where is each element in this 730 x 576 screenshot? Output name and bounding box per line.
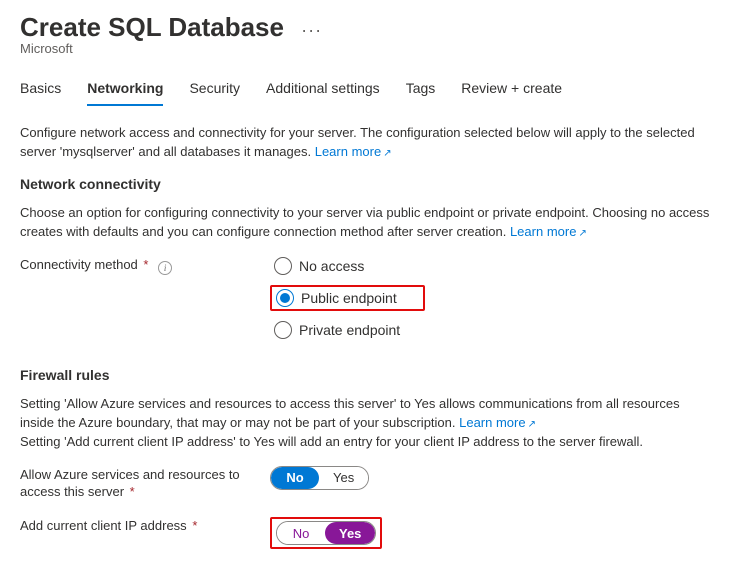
learn-more-link[interactable]: Learn more↗: [510, 224, 587, 239]
highlight-add-ip: No Yes: [270, 517, 382, 549]
tabs-bar: Basics Networking Security Additional se…: [20, 80, 710, 106]
allow-azure-label-line2: access this server: [20, 484, 124, 499]
add-ip-label: Add current client IP address: [20, 518, 187, 533]
tab-additional-settings[interactable]: Additional settings: [266, 80, 380, 106]
radio-no-access[interactable]: No access: [270, 255, 425, 277]
section-heading-firewall: Firewall rules: [20, 367, 710, 383]
radio-icon: [276, 289, 294, 307]
add-ip-toggle[interactable]: No Yes: [276, 521, 376, 545]
learn-more-link[interactable]: Learn more↗: [315, 144, 392, 159]
radio-public-endpoint[interactable]: Public endpoint: [272, 287, 401, 309]
connectivity-method-label: Connectivity method: [20, 257, 138, 272]
external-link-icon: ↗: [578, 228, 586, 239]
toggle-yes[interactable]: Yes: [325, 522, 375, 544]
firewall-desc: Setting 'Allow Azure services and resour…: [20, 395, 710, 452]
toggle-yes[interactable]: Yes: [319, 467, 368, 489]
tab-tags[interactable]: Tags: [406, 80, 436, 106]
toggle-no[interactable]: No: [271, 467, 319, 489]
tab-networking[interactable]: Networking: [87, 80, 163, 106]
connectivity-desc: Choose an option for configuring connect…: [20, 204, 710, 242]
connectivity-method-radios: No access Public endpoint Private endpoi…: [270, 255, 425, 341]
page-header: Create SQL Database ... Microsoft: [20, 12, 710, 56]
allow-azure-toggle[interactable]: No Yes: [270, 466, 369, 490]
tab-security[interactable]: Security: [189, 80, 240, 106]
allow-azure-label-line1: Allow Azure services and resources to: [20, 466, 270, 484]
tab-basics[interactable]: Basics: [20, 80, 61, 106]
radio-private-endpoint[interactable]: Private endpoint: [270, 319, 425, 341]
toggle-no[interactable]: No: [277, 522, 325, 544]
external-link-icon: ↗: [528, 419, 536, 430]
tab-review-create[interactable]: Review + create: [461, 80, 562, 106]
required-star: *: [192, 518, 197, 533]
connectivity-method-row: Connectivity method * i No access Public…: [20, 255, 710, 341]
radio-icon: [274, 321, 292, 339]
learn-more-link[interactable]: Learn more↗: [459, 415, 536, 430]
more-icon[interactable]: ...: [302, 16, 323, 37]
external-link-icon: ↗: [383, 148, 391, 159]
info-icon[interactable]: i: [158, 261, 172, 275]
allow-azure-row: Allow Azure services and resources to ac…: [20, 466, 710, 501]
networking-intro-text: Configure network access and connectivit…: [20, 124, 710, 162]
required-star: *: [143, 257, 148, 272]
radio-icon: [274, 257, 292, 275]
highlight-public-endpoint: Public endpoint: [270, 285, 425, 311]
publisher-subtitle: Microsoft: [20, 41, 710, 56]
page-title: Create SQL Database: [20, 12, 284, 43]
section-heading-connectivity: Network connectivity: [20, 176, 710, 192]
add-ip-row: Add current client IP address * No Yes: [20, 517, 710, 549]
required-star: *: [130, 484, 135, 499]
